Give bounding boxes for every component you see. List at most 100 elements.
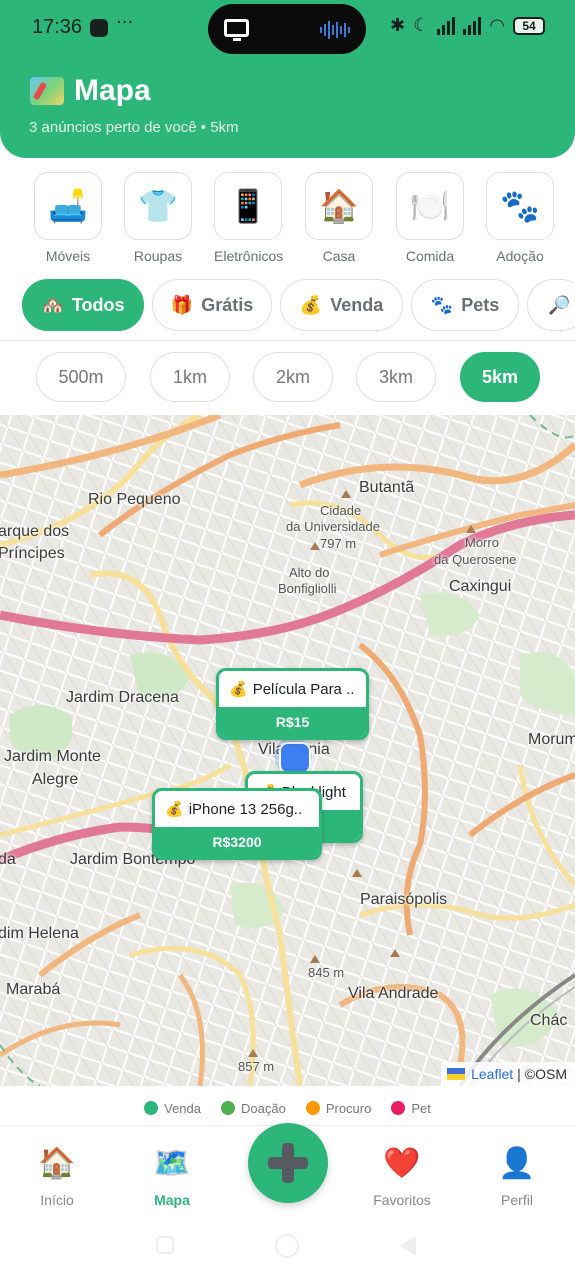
map-label: Rio Pequeno: [88, 491, 181, 508]
money-bag-icon: 💰: [165, 801, 184, 818]
recent-apps-button[interactable]: [156, 1236, 174, 1254]
status-bar: 17:36 ··· ✱ ☾ ◠ 54: [0, 0, 575, 58]
osm-attribution[interactable]: ©OSM: [525, 1066, 567, 1082]
map-label: 845 m: [308, 965, 345, 980]
more-notifications-icon: ···: [116, 12, 134, 33]
category-roupas[interactable]: 👕 Roupas: [124, 172, 192, 264]
legend-dot: [305, 1101, 320, 1115]
filter-search[interactable]: 🔎: [527, 279, 575, 331]
legend-pet: Pet: [391, 1101, 431, 1116]
house-icon: 🏠: [305, 172, 373, 240]
map-label: 797 m: [320, 536, 357, 551]
category-casa[interactable]: 🏠 Casa: [305, 172, 373, 264]
dynamic-island: [208, 4, 366, 54]
map-label: Jardim Monte: [4, 748, 101, 765]
money-bag-icon: 💰: [299, 294, 323, 315]
legend-label: Procuro: [325, 1100, 372, 1116]
map-label: da: [0, 851, 16, 868]
paw-icon: 🐾: [486, 172, 554, 240]
filter-label: Venda: [330, 294, 384, 315]
attribution-separator: |: [517, 1066, 521, 1082]
category-adocao[interactable]: 🐾 Adoção: [486, 172, 554, 264]
nav-label: Mapa: [154, 1192, 190, 1208]
listing-marker-pelicula[interactable]: 💰 Película Para .. R$15: [216, 668, 369, 740]
category-label: Roupas: [133, 248, 183, 264]
back-button[interactable]: [400, 1236, 416, 1256]
map-label: Marabá: [6, 981, 61, 998]
map-label: Príncipes: [0, 545, 65, 562]
map-label: Morum: [528, 731, 575, 748]
money-bag-icon: 💰: [229, 681, 248, 698]
category-eletronicos[interactable]: 📱 Eletrônicos: [214, 172, 283, 264]
paw-icon: 🐾: [430, 294, 454, 315]
map-label: Butantã: [359, 479, 415, 496]
filter-label: Grátis: [201, 294, 254, 315]
nav-mapa[interactable]: 🗺️ Mapa: [117, 1146, 227, 1208]
listing-marker-iphone[interactable]: 💰 iPhone 13 256g.. R$3200: [152, 788, 322, 860]
add-listing-button[interactable]: [248, 1123, 328, 1203]
category-bar: 🛋️ Móveis 👕 Roupas 📱 Eletrônicos 🏠 Casa …: [0, 172, 575, 266]
map-label: da Universidade: [286, 519, 380, 534]
category-comida[interactable]: 🍽️ Comida: [396, 172, 464, 264]
category-label: Adoção: [496, 248, 544, 264]
screen-cast-icon: [224, 19, 249, 41]
status-icons: ✱ ☾ ◠ 54: [390, 15, 545, 36]
filter-label: Todos: [71, 294, 125, 315]
filter-todos[interactable]: 🏘️ Todos: [22, 279, 144, 331]
map-label: Morro: [465, 535, 499, 550]
category-label: Casa: [322, 248, 356, 264]
map-attribution: Leaflet | ©OSM: [441, 1062, 575, 1086]
filter-venda[interactable]: 💰 Venda: [280, 279, 403, 331]
app-screen: 17:36 ··· ✱ ☾ ◠ 54 Mapa 3 anúncios perto…: [0, 0, 575, 1280]
filter-label: Pets: [461, 294, 500, 315]
filter-pets[interactable]: 🐾 Pets: [411, 279, 519, 331]
legend-label: Doação: [241, 1100, 286, 1116]
map-label: Jardim Dracena: [66, 689, 179, 706]
distance-1km[interactable]: 1km: [150, 352, 230, 402]
audio-wave-icon: [320, 20, 350, 40]
nav-favoritos[interactable]: ❤️ Favoritos: [347, 1146, 457, 1208]
header: 17:36 ··· ✱ ☾ ◠ 54 Mapa 3 anúncios perto…: [0, 0, 575, 158]
category-moveis[interactable]: 🛋️ Móveis: [34, 172, 102, 264]
distance-chips: 500m 1km 2km 3km 5km: [0, 352, 575, 402]
distance-5km[interactable]: 5km: [460, 352, 540, 402]
leaflet-link[interactable]: Leaflet: [471, 1066, 513, 1082]
legend-dot: [221, 1101, 235, 1115]
gift-icon: 🎁: [170, 294, 194, 315]
nav-inicio[interactable]: 🏠 Início: [2, 1146, 112, 1208]
home-button[interactable]: [275, 1234, 299, 1258]
map-label: da Querosene: [434, 552, 517, 567]
map-label: Bonfigliolli: [278, 581, 337, 596]
filter-chips: 🏘️ Todos 🎁 Grátis 💰 Venda 🐾 Pets 🔎: [0, 279, 575, 331]
map-legend: Venda Doação Procuro Pet: [0, 1094, 575, 1122]
map-view[interactable]: Rio Pequeno Butantã arque dos Príncipes …: [0, 415, 575, 1086]
status-time: 17:36: [32, 16, 83, 38]
shirt-icon: 👕: [124, 172, 192, 240]
nav-label: Perfil: [501, 1192, 533, 1208]
legend-dot: [391, 1101, 406, 1115]
signal-icon: [437, 16, 456, 35]
map-label: Paraisópolis: [360, 891, 448, 908]
filter-gratis[interactable]: 🎁 Grátis: [152, 279, 272, 331]
legend-procuro: Procuro: [305, 1100, 372, 1116]
listing-price: R$15: [219, 707, 366, 737]
legend-label: Venda: [164, 1100, 201, 1116]
home-icon: 🏠: [38, 1146, 76, 1181]
map-label: Caxingui: [449, 578, 512, 595]
notification-icon: [90, 19, 108, 37]
distance-500m[interactable]: 500m: [36, 352, 126, 402]
bluetooth-icon: ✱: [390, 15, 406, 36]
distance-2km[interactable]: 2km: [253, 352, 333, 402]
distance-3km[interactable]: 3km: [356, 352, 436, 402]
title-row: Mapa: [30, 74, 151, 108]
moon-icon: ☾: [413, 15, 430, 36]
heart-icon: ❤️: [383, 1146, 421, 1181]
nav-label: Favoritos: [373, 1192, 431, 1208]
nav-label: Início: [40, 1192, 74, 1208]
listing-title: 💰 Película Para ..: [229, 680, 355, 699]
category-label: Móveis: [45, 248, 91, 264]
nav-perfil[interactable]: 👤 Perfil: [462, 1146, 572, 1208]
map-label: Vila Andrade: [348, 985, 439, 1002]
user-icon: 👤: [498, 1146, 536, 1181]
map-icon: [30, 77, 64, 105]
